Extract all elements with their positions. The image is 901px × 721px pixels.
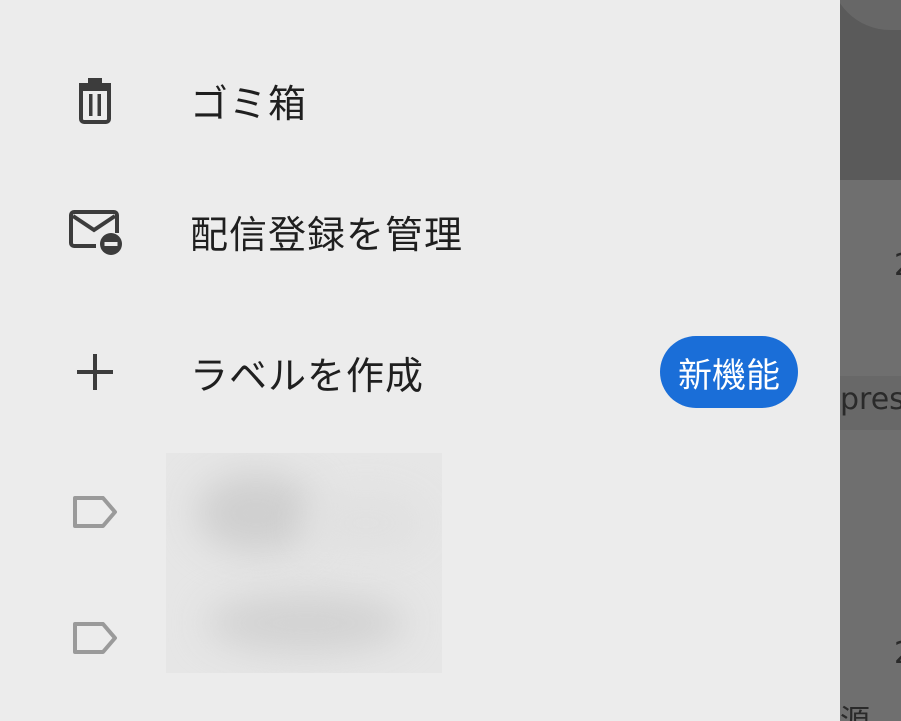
background-app-header <box>840 0 901 180</box>
new-feature-badge: 新機能 <box>660 336 798 408</box>
drawer-item-label: ラベルを作成 <box>190 353 425 398</box>
background-text-fragment: 源 <box>840 696 870 721</box>
background-text-fragment: 2 <box>894 248 901 283</box>
background-text-fragment: pres <box>840 382 901 417</box>
drawer-item-manage-subscriptions[interactable]: 配信登録を管理 <box>0 176 840 286</box>
background-text-fragment: 2 <box>894 636 901 671</box>
background-list-row: 2 源 <box>840 570 901 721</box>
label-icon <box>64 481 126 543</box>
navigation-drawer: ゴミ箱 配信登録を管理 ラベルを作成 新機能 <box>0 0 840 721</box>
drawer-item-label: ゴミ箱 <box>190 81 308 126</box>
mail-unsubscribe-icon <box>64 200 126 262</box>
label-icon <box>64 607 126 669</box>
drawer-item-create-label[interactable]: ラベルを作成 新機能 <box>0 317 840 427</box>
background-search-bar <box>840 0 901 30</box>
drawer-item-label: 配信登録を管理 <box>190 212 464 257</box>
blurred-label-names <box>166 453 442 673</box>
background-list-row: 2 <box>840 180 901 377</box>
plus-icon <box>64 341 126 403</box>
drawer-item-trash[interactable]: ゴミ箱 <box>0 45 840 155</box>
background-list-row: pres <box>840 376 901 431</box>
background-app-scrim[interactable]: 2 pres 2 源 <box>840 0 901 721</box>
background-list-row <box>840 430 901 571</box>
trash-icon <box>64 69 126 131</box>
